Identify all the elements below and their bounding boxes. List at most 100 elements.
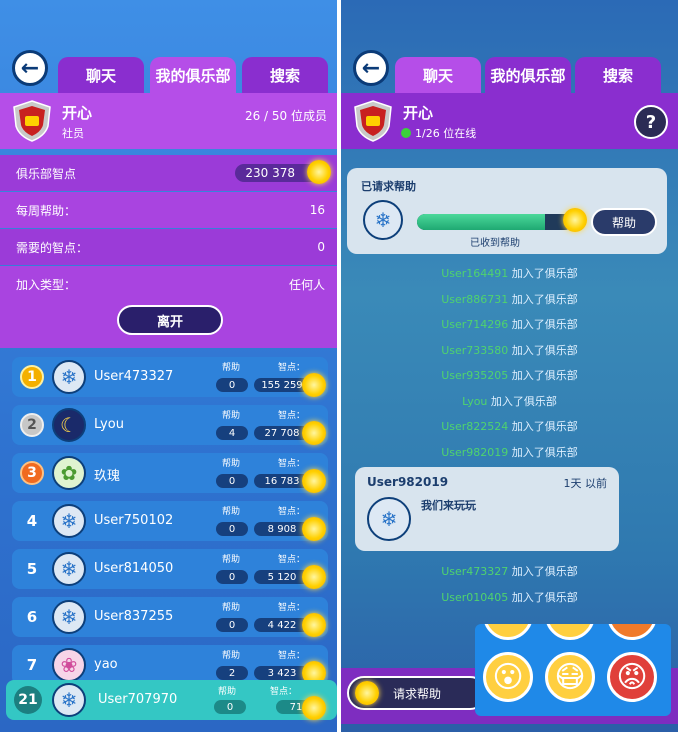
sun-points-icon xyxy=(307,160,331,184)
member-name: User473327 xyxy=(94,369,174,384)
help-question-button[interactable]: ? xyxy=(634,105,668,139)
member-name: User707970 xyxy=(98,692,178,707)
help-value: 0 xyxy=(216,618,248,632)
sun-points-icon xyxy=(302,517,326,541)
angry-emoji-icon[interactable]: 😡 xyxy=(607,652,657,702)
member-row[interactable]: 1 ❄ User473327 帮助 0 智点： 155 259 xyxy=(12,357,328,397)
member-role: 社员 xyxy=(62,127,84,140)
help-label: 帮助 xyxy=(222,459,241,469)
snowflake-icon: ❄ xyxy=(52,600,86,634)
chat-panel: ← 聊天 我的俱乐部 搜索 开心 1/26 位在线 ? 已请求帮助 ❄ 已收到帮… xyxy=(341,0,678,732)
help-value: 4 xyxy=(216,426,248,440)
member-row[interactable]: 4 ❄ User750102 帮助 0 智点： 8 908 xyxy=(12,501,328,541)
feed-text: 加入了俱乐部 xyxy=(511,590,578,604)
leave-club-button[interactable]: 离开 xyxy=(117,305,223,335)
sun-points-icon xyxy=(302,696,326,720)
help-label: 帮助 xyxy=(222,411,241,421)
rank-badge: 21 xyxy=(14,686,42,714)
feed-join-message: User982019 加入了俱乐部 xyxy=(341,444,678,460)
points-label: 智点： xyxy=(270,687,298,697)
mask-emoji-icon[interactable]: 😷 xyxy=(545,652,595,702)
points-label: 智点： xyxy=(278,459,306,469)
snowflake-icon: ❄ xyxy=(52,504,86,538)
request-help-button[interactable]: 请求帮助 xyxy=(347,676,487,710)
feed-text: 加入了俱乐部 xyxy=(511,267,578,280)
feed-text: 加入了俱乐部 xyxy=(511,420,578,433)
feed-text: 加入了俱乐部 xyxy=(511,292,578,306)
feed-text: 加入了俱乐部 xyxy=(511,445,578,459)
feed-text: 加入了俱乐部 xyxy=(511,565,578,578)
back-button[interactable]: ← xyxy=(12,50,48,86)
bulb-icon xyxy=(355,681,379,705)
emoji-partial-3[interactable] xyxy=(607,624,657,640)
snowflake-icon: ❄ xyxy=(52,360,86,394)
stat-join-type: 加入类型： 任何人 xyxy=(0,266,337,302)
club-panel: ← 聊天 我的俱乐部 搜索 开心 社员 26 / 50 位成员 俱乐部智点 2 3… xyxy=(0,0,337,732)
stat-required-points: 需要的智点： 0 xyxy=(0,229,337,265)
feed-user: User935205 xyxy=(441,369,509,382)
tab-search[interactable]: 搜索 xyxy=(575,57,661,93)
my-rank-row[interactable]: 21 ❄ User707970 帮助 0 智点： 71 xyxy=(6,680,337,720)
surprised-emoji-icon[interactable]: 😮 xyxy=(483,652,533,702)
member-name: User837255 xyxy=(94,609,174,624)
help-value: 0 xyxy=(214,700,246,714)
points-label: 智点： xyxy=(278,411,306,421)
feed-user: User714296 xyxy=(441,318,509,331)
help-label: 帮助 xyxy=(222,603,241,613)
help-status: 已收到帮助 xyxy=(470,238,520,249)
emoji-partial-2[interactable] xyxy=(545,624,595,640)
points-label: 智点： xyxy=(278,651,306,661)
stat-value: 0 xyxy=(317,240,325,254)
feed-join-message: User822524 加入了俱乐部 xyxy=(341,418,678,434)
tab-chat[interactable]: 聊天 xyxy=(58,57,144,93)
message-time: 1天 以前 xyxy=(563,477,608,490)
help-value: 0 xyxy=(216,522,248,536)
back-button[interactable]: ← xyxy=(353,50,389,86)
feed-join-message: User935205 加入了俱乐部 xyxy=(341,367,678,383)
club-header: 开心 1/26 位在线 ? xyxy=(341,93,678,149)
member-row[interactable]: 3 ✿ 玖瑰 帮助 0 智点： 16 783 xyxy=(12,453,328,493)
help-progress-fill xyxy=(417,214,545,230)
rank-badge: 4 xyxy=(26,512,38,530)
help-value: 2 xyxy=(216,666,248,680)
stat-label: 加入类型： xyxy=(16,277,77,292)
help-label: 帮助 xyxy=(222,363,241,373)
club-header: 开心 社员 26 / 50 位成员 xyxy=(0,93,337,149)
member-row[interactable]: 7 ❀ yao 帮助 2 智点： 3 423 xyxy=(12,645,328,685)
member-count: 26 / 50 位成员 xyxy=(244,109,327,123)
back-arrow-icon: ← xyxy=(361,55,381,81)
chat-message: User982019 1天 以前 ❄ 我们来玩玩 xyxy=(355,467,619,551)
help-label: 帮助 xyxy=(222,651,241,661)
help-progress-bar xyxy=(417,214,573,230)
stat-label: 需要的智点： xyxy=(16,240,89,255)
bulb-icon xyxy=(563,208,587,232)
rank-badge: 2 xyxy=(20,413,44,437)
member-row[interactable]: 5 ❄ User814050 帮助 0 智点： 5 120 xyxy=(12,549,328,589)
feed-user: User164491 xyxy=(441,267,509,280)
points-label: 智点： xyxy=(278,603,306,613)
member-row[interactable]: 6 ❄ User837255 帮助 0 智点： 4 422 xyxy=(12,597,328,637)
club-name: 开心 xyxy=(403,104,434,122)
feed-user: User982019 xyxy=(441,445,509,459)
tab-search[interactable]: 搜索 xyxy=(242,57,328,93)
help-label: 帮助 xyxy=(218,687,237,697)
feed-user: User822524 xyxy=(441,420,509,433)
feed-text: 加入了俱乐部 xyxy=(511,318,578,331)
rank-badge: 7 xyxy=(26,656,38,674)
emoji-partial-1[interactable] xyxy=(483,624,533,640)
give-help-button[interactable]: 帮助 xyxy=(591,208,657,236)
member-name: yao xyxy=(94,657,118,672)
tab-chat[interactable]: 聊天 xyxy=(395,57,481,93)
moon-icon: ☾ xyxy=(52,408,86,442)
tab-my-club[interactable]: 我的俱乐部 xyxy=(150,57,236,93)
tab-my-club[interactable]: 我的俱乐部 xyxy=(485,57,571,93)
member-row[interactable]: 2 ☾ Lyou 帮助 4 智点： 27 708 xyxy=(12,405,328,445)
member-name: Lyou xyxy=(94,417,124,432)
snowflake-icon: ❄ xyxy=(363,200,403,240)
help-value: 0 xyxy=(216,570,248,584)
sun-points-icon xyxy=(302,373,326,397)
feed-user: User010405 xyxy=(441,590,509,604)
help-label: 帮助 xyxy=(222,507,241,517)
stat-value: 任何人 xyxy=(288,277,325,292)
stat-label: 俱乐部智点 xyxy=(16,166,77,181)
